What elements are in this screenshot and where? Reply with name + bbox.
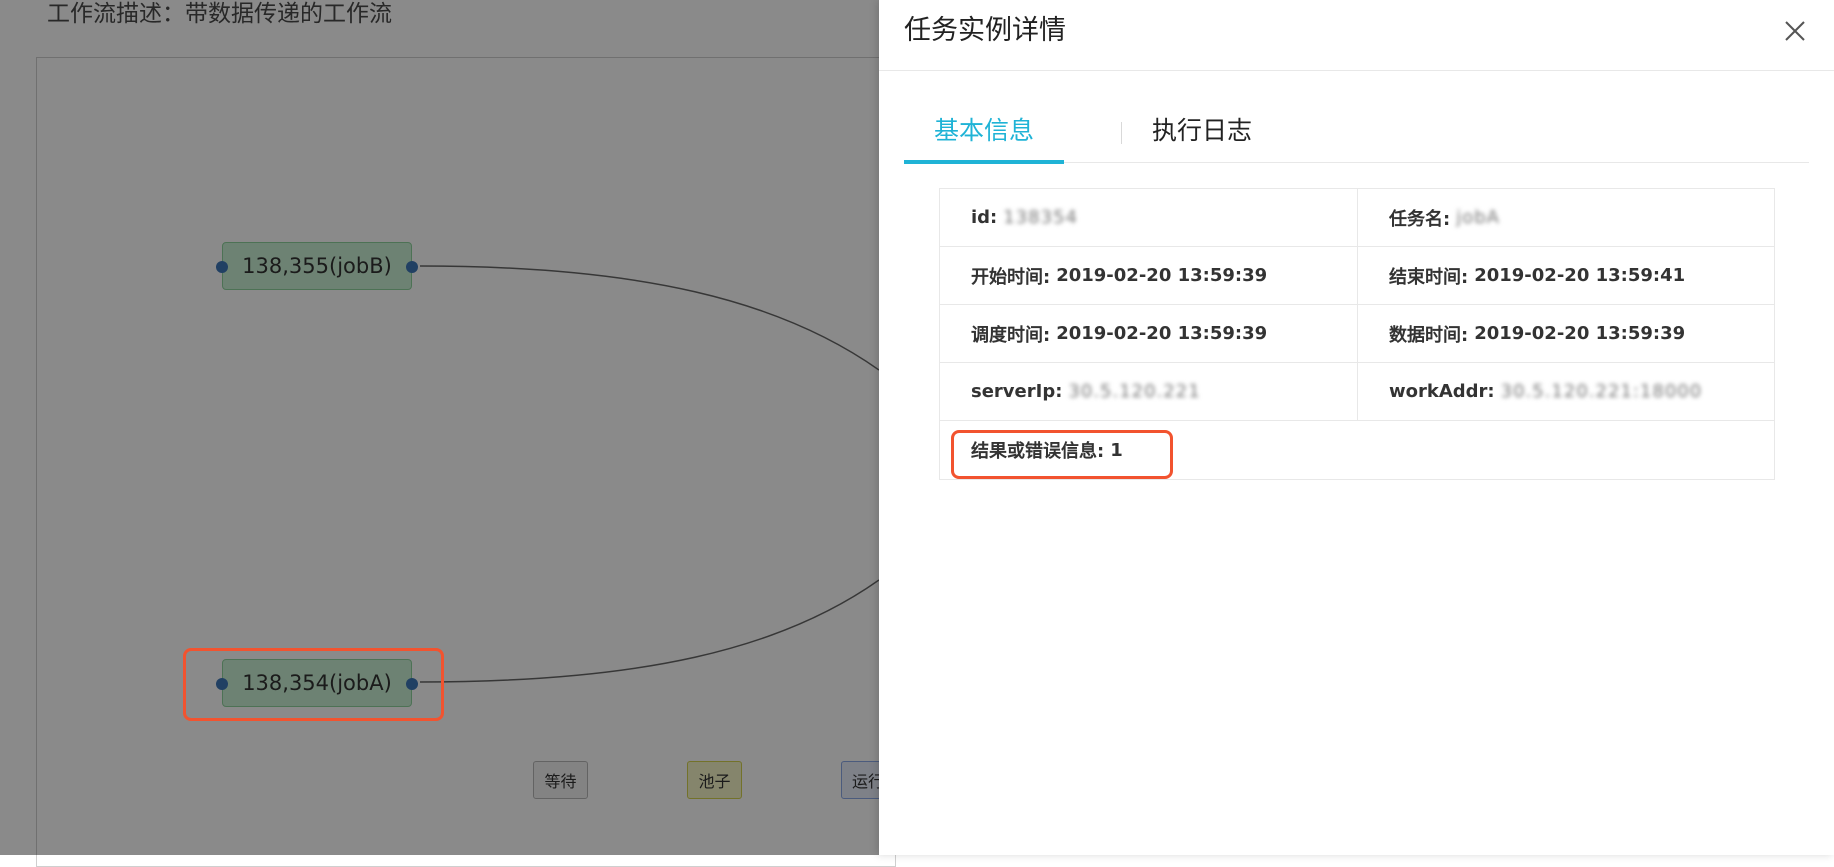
table-row: serverIp: 30.5.120.221 workAddr: 30.5.12… <box>940 363 1774 421</box>
field-value: 2019-02-20 13:59:39 <box>1474 323 1686 344</box>
drawer-header: 任务实例详情 <box>879 0 1834 71</box>
field-value: 138354 <box>1003 207 1078 228</box>
table-row: 调度时间: 2019-02-20 13:59:39 数据时间: 2019-02-… <box>940 305 1774 363</box>
modal-mask[interactable] <box>0 0 879 855</box>
field-data-time: 数据时间: 2019-02-20 13:59:39 <box>1357 305 1774 362</box>
field-value: 2019-02-20 13:59:39 <box>1056 265 1268 286</box>
table-row: id: 138354 任务名: jobA <box>940 189 1774 247</box>
workflow-canvas: 工作流描述：带数据传递的工作流 138,355(jobB) 138,354(jo… <box>0 0 896 867</box>
task-instance-drawer: 任务实例详情 基本信息 执行日志 id: 138354 任务名: jobA 开始… <box>879 0 1834 855</box>
field-value: jobA <box>1456 207 1500 228</box>
task-info-table: id: 138354 任务名: jobA 开始时间: 2019-02-20 13… <box>939 188 1775 480</box>
tab-execution-log[interactable]: 执行日志 <box>1152 114 1252 148</box>
tab-active-indicator <box>904 160 1064 164</box>
close-icon <box>1785 21 1805 41</box>
field-schedule-time: 调度时间: 2019-02-20 13:59:39 <box>971 323 1268 346</box>
drawer-tabs: 基本信息 执行日志 <box>904 104 1809 164</box>
tab-basic-info[interactable]: 基本信息 <box>934 114 1034 148</box>
field-work-addr: workAddr: 30.5.120.221:18000 <box>1357 363 1774 420</box>
field-id: id: 138354 <box>971 207 1078 228</box>
tab-divider <box>1121 122 1122 144</box>
field-task-name: 任务名: jobA <box>1357 189 1774 246</box>
field-value: 1 <box>1110 439 1123 461</box>
field-server-ip: serverIp: 30.5.120.221 <box>971 381 1201 402</box>
field-start-time: 开始时间: 2019-02-20 13:59:39 <box>971 265 1268 288</box>
field-value: 2019-02-20 13:59:39 <box>1056 323 1268 344</box>
field-value: 30.5.120.221:18000 <box>1500 381 1703 402</box>
field-end-time: 结束时间: 2019-02-20 13:59:41 <box>1357 247 1774 304</box>
table-row: 开始时间: 2019-02-20 13:59:39 结束时间: 2019-02-… <box>940 247 1774 305</box>
drawer-title: 任务实例详情 <box>904 15 1066 46</box>
field-result: 结果或错误信息: 1 <box>971 439 1123 463</box>
field-value: 30.5.120.221 <box>1068 381 1201 402</box>
close-button[interactable] <box>1780 16 1810 46</box>
field-value: 2019-02-20 13:59:41 <box>1474 265 1686 286</box>
table-row: 结果或错误信息: 1 <box>940 421 1774 479</box>
